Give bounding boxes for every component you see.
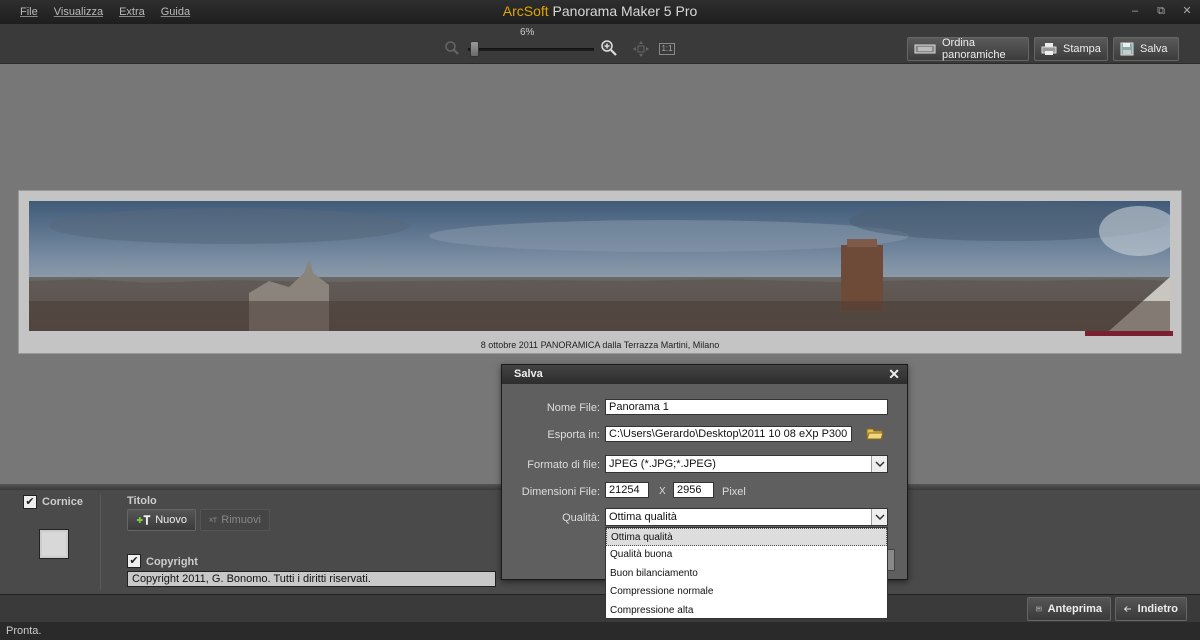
quality-option-best[interactable]: Ottima qualità [606, 528, 887, 547]
new-title-label: Nuovo [155, 514, 187, 526]
height-input[interactable]: 2956 [673, 482, 714, 498]
dimensions-separator: X [659, 486, 666, 497]
panorama-image [29, 201, 1170, 331]
status-bar: Pronta. [0, 622, 1200, 640]
title-bar: File Visualizza Extra Guida ArcSoft Pano… [0, 0, 1200, 24]
export-path-input[interactable]: C:\Users\Gerardo\Desktop\2011 10 08 eXp … [605, 426, 852, 442]
panorama-photo [29, 201, 1170, 331]
order-panoramas-button[interactable]: Ordina panoramiche [907, 37, 1029, 61]
app-title: ArcSoft Panorama Maker 5 Pro [0, 3, 1200, 19]
minimize-button[interactable]: – [1128, 4, 1142, 18]
preview-icon [1036, 606, 1042, 612]
app-brand: ArcSoft [502, 3, 549, 19]
frame-label: Cornice [42, 496, 83, 508]
file-name-label: Nome File: [546, 402, 600, 414]
quality-select[interactable]: Ottima qualità [605, 508, 888, 526]
frame-color-swatch[interactable] [39, 529, 69, 559]
file-format-label: Formato di file: [527, 459, 600, 471]
print-button[interactable]: Stampa [1034, 37, 1108, 61]
remove-title-button[interactable]: Rimuovi [200, 509, 270, 531]
save-disk-icon [1120, 42, 1134, 56]
panorama-watermark [1085, 331, 1173, 336]
folder-icon[interactable] [866, 426, 884, 440]
quality-option-balanced[interactable]: Buon bilanciamento [606, 565, 887, 583]
preview-button[interactable]: Anteprima [1027, 597, 1111, 621]
preview-label: Anteprima [1047, 603, 1102, 615]
save-button[interactable]: Salva [1113, 37, 1179, 61]
export-path-label: Esporta in: [547, 429, 600, 441]
back-label: Indietro [1137, 603, 1178, 615]
bottom-bar: Anteprima Indietro [0, 594, 1200, 622]
remove-text-icon [209, 517, 217, 523]
quality-dropdown-list: Ottima qualità Qualità buona Buon bilanc… [605, 527, 888, 619]
save-label: Salva [1140, 43, 1168, 55]
quality-option-high-compression[interactable]: Compressione alta [606, 602, 887, 620]
add-text-icon [136, 515, 151, 525]
zoom-percent: 6% [520, 27, 535, 38]
order-panoramas-icon [914, 44, 936, 54]
back-button[interactable]: Indietro [1115, 597, 1187, 621]
file-dimensions-label: Dimensioni File: [521, 486, 600, 498]
pixel-unit-label: Pixel [722, 486, 746, 498]
file-name-input[interactable]: Panorama 1 [605, 399, 888, 415]
toolbar: 6% 1:1 Ordina panoramiche Stampa Salva [0, 24, 1200, 64]
save-dialog-titlebar: Salva ✕ [502, 365, 907, 384]
quality-option-good[interactable]: Qualità buona [606, 546, 887, 564]
panorama-caption: 8 ottobre 2011 PANORAMICA dalla Terrazza… [480, 340, 720, 350]
chevron-down-icon [871, 456, 887, 472]
panel-separator [100, 494, 101, 590]
copyright-label: Copyright [146, 556, 198, 568]
close-window-button[interactable]: ✕ [1180, 4, 1194, 18]
restore-button[interactable]: ⧉ [1154, 4, 1168, 18]
fit-to-window-icon[interactable] [632, 40, 650, 58]
quality-value: Ottima qualità [609, 511, 677, 523]
window-controls: – ⧉ ✕ [1128, 4, 1194, 18]
zoom-slider-thumb[interactable] [469, 41, 479, 57]
dialog-button-partial[interactable] [887, 549, 895, 571]
title-label: Titolo [127, 495, 157, 507]
order-panoramas-label: Ordina panoramiche [942, 37, 1006, 61]
file-format-select[interactable]: JPEG (*.JPG;*.JPEG) [605, 455, 888, 473]
copyright-checkbox[interactable]: ✔ [127, 554, 141, 568]
remove-title-label: Rimuovi [221, 514, 261, 526]
quality-option-normal-compression[interactable]: Compressione normale [606, 583, 887, 601]
frame-checkbox[interactable]: ✔ [23, 495, 37, 509]
app-name: Panorama Maker 5 Pro [548, 3, 698, 19]
zoom-slider-track[interactable] [468, 48, 594, 51]
actual-size-icon[interactable]: 1:1 [659, 43, 675, 55]
chevron-down-icon [871, 509, 887, 525]
copyright-input[interactable]: Copyright 2011, G. Bonomo. Tutti i dirit… [127, 571, 496, 587]
close-dialog-button[interactable]: ✕ [888, 365, 900, 384]
file-format-value: JPEG (*.JPG;*.JPEG) [609, 458, 716, 470]
width-input[interactable]: 21254 [605, 482, 649, 498]
save-dialog-title: Salva [514, 368, 543, 380]
new-title-button[interactable]: Nuovo [127, 509, 196, 531]
panorama-frame: 8 ottobre 2011 PANORAMICA dalla Terrazza… [18, 190, 1182, 354]
printer-icon [1041, 43, 1057, 55]
quality-label: Qualità: [562, 512, 600, 524]
arrow-left-icon [1124, 606, 1132, 612]
print-label: Stampa [1063, 43, 1101, 55]
zoom-in-icon[interactable] [600, 39, 618, 57]
zoom-out-icon[interactable] [444, 40, 460, 56]
